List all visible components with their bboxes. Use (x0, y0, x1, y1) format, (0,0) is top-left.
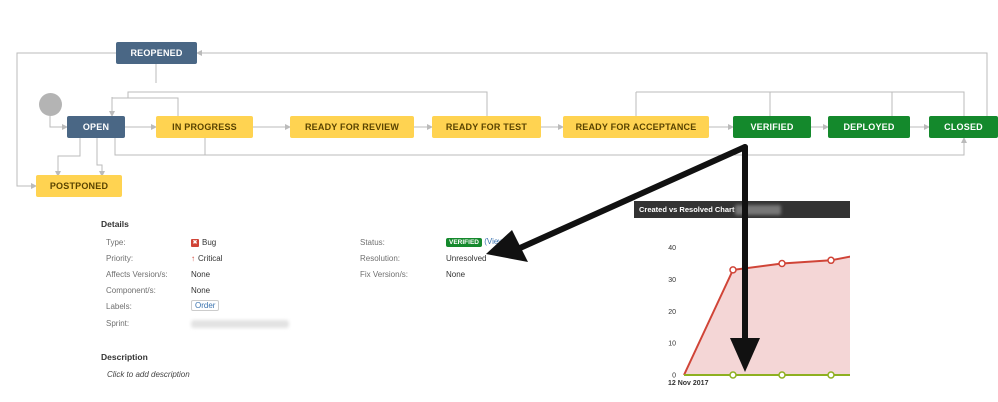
series-point-1 (778, 371, 786, 379)
workflow-start-circle (39, 93, 62, 116)
status-postponed[interactable]: POSTPONED (36, 175, 122, 197)
chart-header: Created vs Resolved Chart (634, 201, 850, 218)
chart-title-redacted (735, 205, 782, 216)
description-heading: Description (101, 352, 148, 362)
status-label: Status: (360, 238, 385, 247)
y-tick-label: 0 (672, 373, 676, 380)
y-tick-label: 20 (668, 309, 676, 316)
affects-version-value[interactable]: None (191, 270, 210, 279)
status-in-progress[interactable]: IN PROGRESS (156, 116, 253, 138)
labels-label: Labels: (106, 302, 132, 311)
chart-title: Created vs Resolved Chart (639, 205, 735, 214)
labels-value[interactable]: Order (191, 300, 220, 311)
y-tick-label: 30 (668, 277, 676, 284)
priority-value: ↑ Critical (191, 254, 222, 263)
sprint-label: Sprint: (106, 319, 130, 328)
details-heading: Details (101, 219, 129, 229)
arrow-up-icon: ↑ (191, 254, 195, 263)
status-ready-for-acceptance[interactable]: READY FOR ACCEPTANCE (563, 116, 709, 138)
status-ready-for-test[interactable]: READY FOR TEST (432, 116, 541, 138)
series-point-1 (827, 371, 835, 379)
priority-label: Priority: (106, 254, 134, 263)
created-vs-resolved-chart: 0 10 20 30 40 12 Nov 2017 (668, 245, 850, 387)
created-area (684, 256, 850, 375)
status-open[interactable]: OPEN (67, 116, 125, 138)
status-deployed[interactable]: DEPLOYED (828, 116, 910, 138)
x-tick-label: 12 Nov 2017 (668, 380, 709, 387)
series-point-0 (778, 259, 786, 268)
sprint-value-redacted (191, 320, 289, 328)
status-reopened[interactable]: REOPENED (116, 42, 197, 64)
type-value: ✖ Bug (191, 238, 216, 247)
y-tick-label: 10 (668, 341, 676, 348)
resolution-label: Resolution: (360, 254, 401, 263)
label-chip[interactable]: Order (191, 300, 220, 311)
series-point-0 (827, 256, 835, 265)
fix-version-value[interactable]: None (446, 270, 465, 279)
status-lozenge: VERIFIED (446, 238, 482, 247)
affects-version-label: Affects Version/s: (106, 270, 168, 279)
resolution-value: Unresolved (446, 254, 487, 263)
bug-icon: ✖ (191, 238, 199, 247)
status-verified[interactable]: VERIFIED (733, 116, 811, 138)
fix-version-label: Fix Version/s: (360, 270, 409, 279)
priority-value-text: Critical (198, 254, 223, 263)
type-label: Type: (106, 238, 126, 247)
components-label: Component/s: (106, 286, 156, 295)
series-point-1 (729, 371, 737, 379)
status-ready-for-review[interactable]: READY FOR REVIEW (290, 116, 414, 138)
status-closed[interactable]: CLOSED (929, 116, 998, 138)
series-point-0 (729, 266, 737, 274)
status-value[interactable]: VERIFIED (View (446, 237, 504, 247)
type-value-text: Bug (202, 238, 217, 247)
components-value[interactable]: None (191, 286, 210, 295)
view-workflow-link[interactable]: (View (484, 237, 504, 246)
created-vs-resolved-panel: Created vs Resolved Chart 0 10 20 30 40 12 No… (634, 201, 850, 393)
description-placeholder[interactable]: Click to add description (107, 370, 190, 379)
y-tick-label: 40 (668, 245, 676, 252)
